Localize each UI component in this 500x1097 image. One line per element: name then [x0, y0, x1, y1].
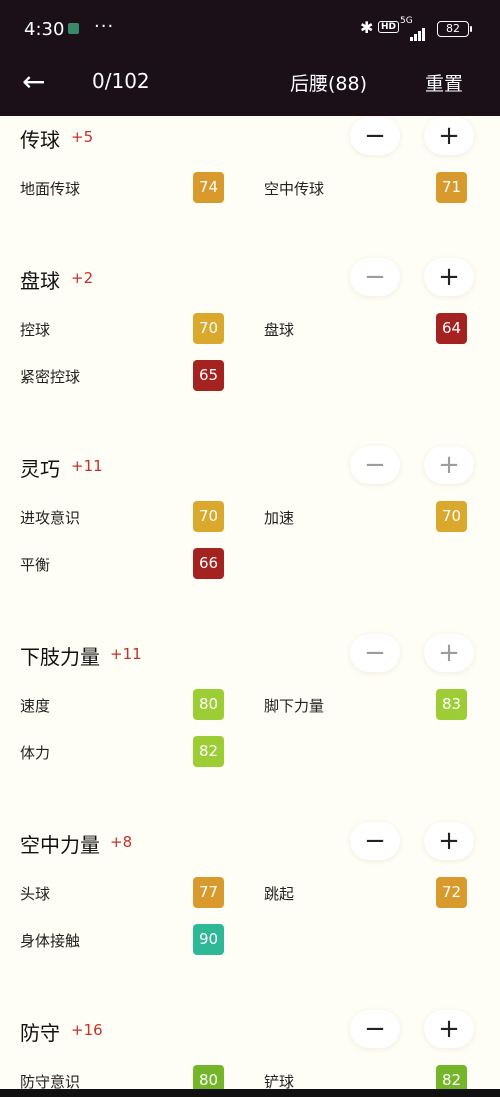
section-bonus: +2 [71, 269, 94, 287]
section-title: 盘球 [20, 269, 60, 293]
status-time: 4:30 [24, 19, 65, 40]
attr-label: 盘球 [264, 321, 295, 339]
bluetooth-icon: ✱ [360, 18, 374, 37]
attr-label: 空中传球 [264, 180, 325, 198]
attr-label: 身体接触 [20, 932, 81, 950]
section-title: 下肢力量 [20, 645, 100, 669]
attr-label: 速度 [20, 697, 51, 715]
hd-icon: HD [378, 21, 400, 33]
attr-value-badge: 90 [193, 924, 224, 955]
position-selector[interactable]: 后腰(88) [290, 69, 367, 96]
battery-icon: 82 [437, 21, 472, 37]
section-bonus: +11 [71, 457, 103, 475]
increase-button[interactable]: + [424, 117, 474, 155]
attributes-list[interactable]: 传球 +5 − + 地面传球 74 空中传球 71 盘球 +2 − + 控球 7… [0, 116, 500, 1097]
attr-value-badge: 72 [436, 877, 467, 908]
decrease-button[interactable]: − [350, 446, 400, 484]
section-bonus: +5 [71, 128, 94, 146]
section-bonus: +8 [110, 833, 133, 851]
section-title: 灵巧 [20, 457, 60, 481]
decrease-button[interactable]: − [350, 1010, 400, 1048]
decrease-button[interactable]: − [350, 634, 400, 672]
attr-value-badge: 83 [436, 689, 467, 720]
increase-button[interactable]: + [424, 258, 474, 296]
attr-value-badge: 65 [193, 360, 224, 391]
attr-label: 头球 [20, 885, 51, 903]
section-title: 防守 [20, 1021, 60, 1045]
decrease-button[interactable]: − [350, 117, 400, 155]
increase-button[interactable]: + [424, 822, 474, 860]
attr-label: 脚下力量 [264, 697, 325, 715]
attr-value-badge: 70 [193, 313, 224, 344]
attr-value-badge: 66 [193, 548, 224, 579]
attr-label: 跳起 [264, 885, 295, 903]
more-notifications-icon: ··· [94, 16, 115, 37]
back-arrow-icon[interactable]: ← [22, 68, 45, 96]
attr-value-badge: 74 [193, 172, 224, 203]
attr-value-badge: 77 [193, 877, 224, 908]
attr-label: 加速 [264, 509, 295, 527]
section-title: 传球 [20, 128, 60, 152]
attr-label: 平衡 [20, 556, 51, 574]
attr-label: 进攻意识 [20, 509, 81, 527]
section-bonus: +11 [110, 645, 142, 663]
increase-button[interactable]: + [424, 446, 474, 484]
section-title: 空中力量 [20, 833, 100, 857]
bottom-system-bar [0, 1089, 500, 1097]
attr-label: 控球 [20, 321, 51, 339]
points-counter: 0/102 [92, 69, 150, 93]
signal-icon [410, 22, 426, 41]
status-bar: 4:30 ··· ✱ HD 5G 82 [0, 0, 500, 56]
increase-button[interactable]: + [424, 634, 474, 672]
decrease-button[interactable]: − [350, 258, 400, 296]
attr-value-badge: 70 [436, 501, 467, 532]
attr-label: 紧密控球 [20, 368, 81, 386]
section-bonus: +16 [71, 1021, 103, 1039]
attr-label: 地面传球 [20, 180, 81, 198]
top-nav-bar: ← 0/102 后腰(88) 重置 [0, 56, 500, 116]
attr-value-badge: 82 [193, 736, 224, 767]
attr-label: 体力 [20, 744, 51, 762]
app-notification-icon [68, 23, 79, 34]
attr-value-badge: 80 [193, 689, 224, 720]
attr-value-badge: 70 [193, 501, 224, 532]
attr-value-badge: 64 [436, 313, 467, 344]
decrease-button[interactable]: − [350, 822, 400, 860]
attr-value-badge: 71 [436, 172, 467, 203]
reset-button[interactable]: 重置 [425, 69, 463, 96]
increase-button[interactable]: + [424, 1010, 474, 1048]
